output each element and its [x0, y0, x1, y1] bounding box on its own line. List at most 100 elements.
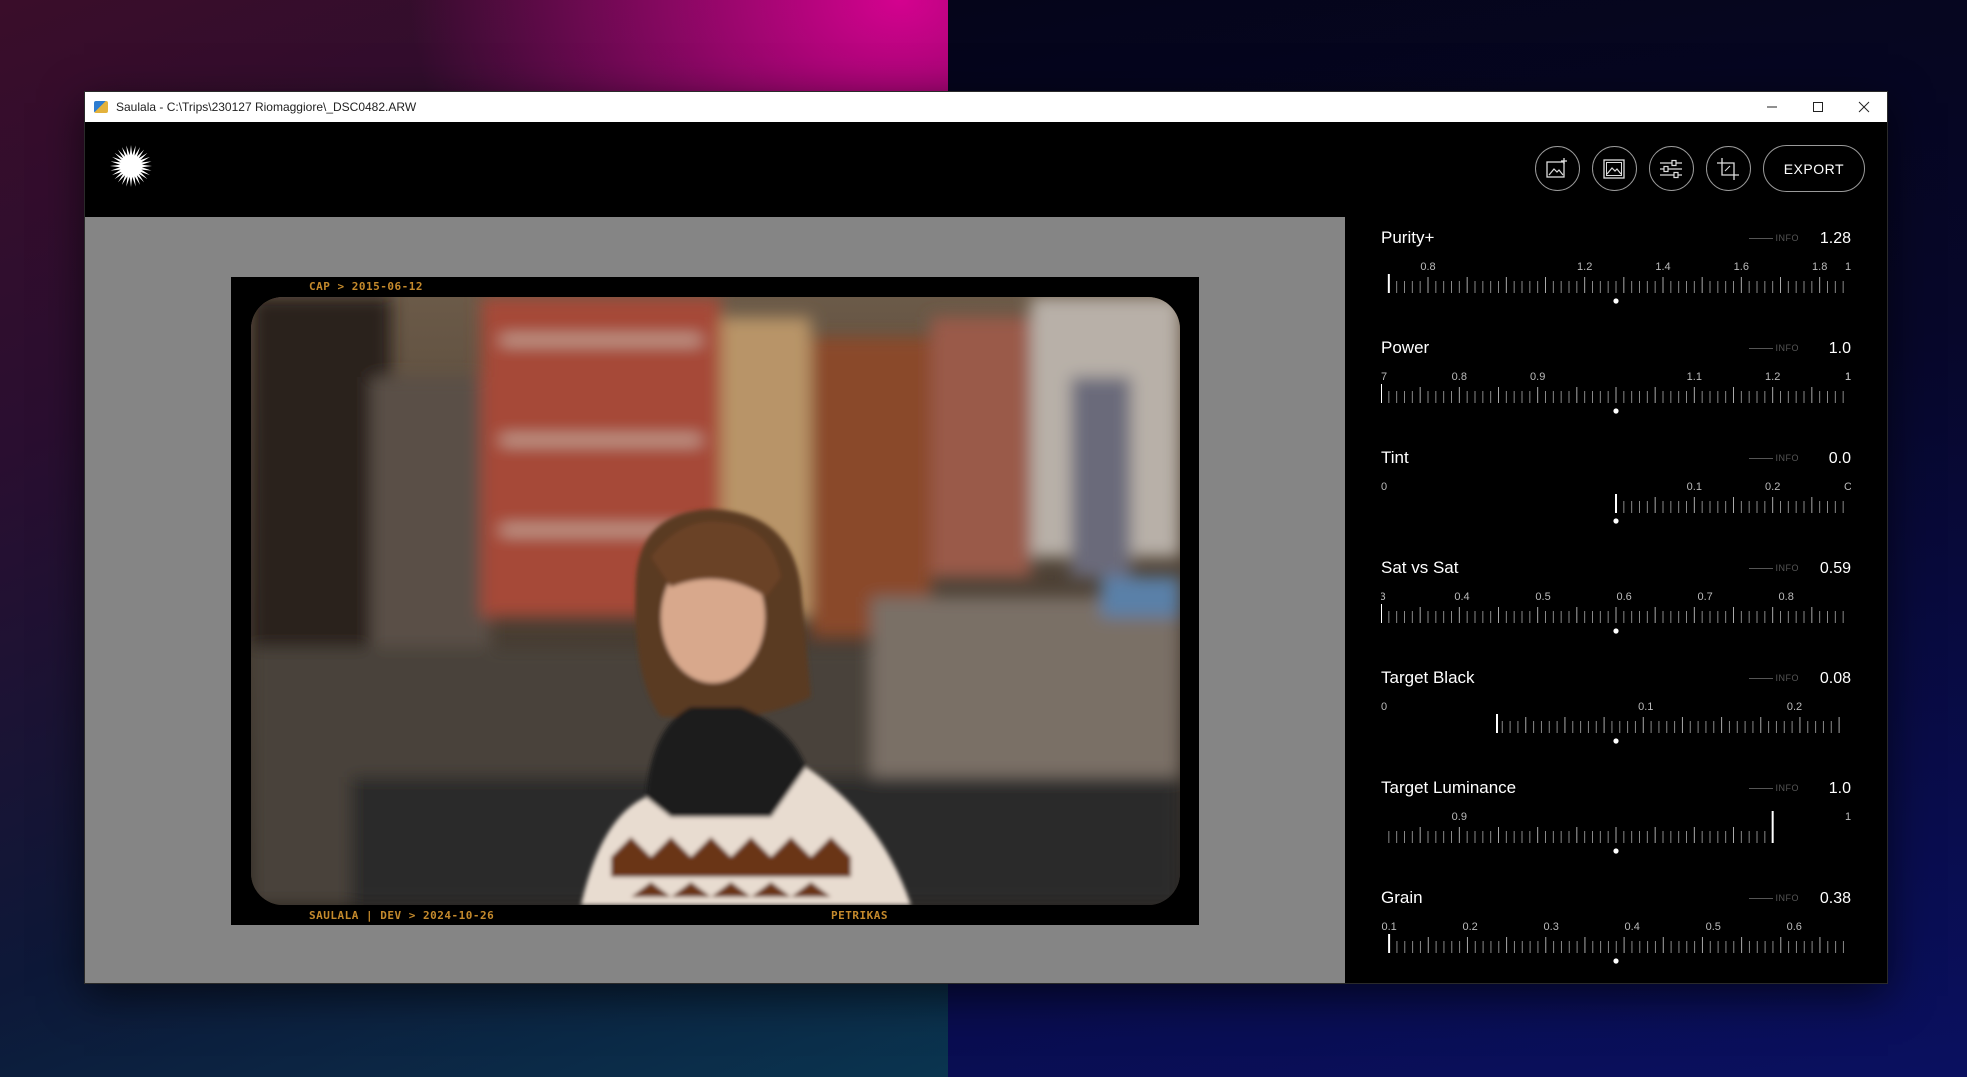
info-link[interactable]: INFO — [1748, 233, 1800, 243]
ruler-label: 0.8 — [1452, 371, 1467, 383]
window-title: Saulala - C:\Trips\230127 Riomaggiore\_D… — [116, 100, 417, 114]
film-author: PETRIKAS — [831, 909, 888, 922]
ruler-label: 0.1 — [1381, 921, 1396, 933]
info-link[interactable]: INFO — [1748, 783, 1800, 793]
ruler-label: 1 — [1845, 261, 1851, 273]
info-label: INFO — [1775, 893, 1799, 903]
info-label: INFO — [1775, 343, 1799, 353]
slider-indicator[interactable] — [1613, 958, 1619, 964]
image-add-icon — [1546, 157, 1568, 178]
ruler-label: 7 — [1381, 371, 1387, 383]
slider-ruler[interactable]: 0.9 1 — [1381, 806, 1851, 866]
slider-label: Tint — [1381, 448, 1409, 467]
info-link[interactable]: INFO — [1748, 343, 1800, 353]
slider-target-black[interactable]: Target Black INFO 0.08 0 0.1 0.2 — [1381, 668, 1851, 778]
maximize-icon — [1813, 102, 1823, 112]
ruler-label: 0.1 — [1638, 701, 1653, 713]
ruler-label: 0 — [1381, 481, 1387, 493]
slider-value: 1.0 — [1828, 340, 1851, 357]
film-capture-date: CAP > 2015-06-12 — [309, 280, 423, 293]
arrow-right-icon — [1748, 678, 1773, 680]
minimize-icon — [1767, 106, 1777, 108]
slider-value: 0.08 — [1819, 670, 1851, 687]
title-bar: Saulala - C:\Trips\230127 Riomaggiore\_D… — [85, 92, 1887, 122]
slider-ruler[interactable]: 0 0.1 0.2 — [1381, 696, 1851, 756]
slider-grain[interactable]: Grain INFO 0.38 0.1 0.2 0.3 0.4 0.5 0.6 — [1381, 888, 1851, 998]
ruler-label: 0.4 — [1625, 921, 1640, 933]
slider-value: 1.0 — [1828, 780, 1851, 797]
slider-indicator[interactable] — [1613, 518, 1619, 524]
info-link[interactable]: INFO — [1748, 563, 1800, 573]
slider-indicator[interactable] — [1613, 848, 1619, 854]
ruler-label: 0.5 — [1535, 591, 1550, 603]
slider-label: Power — [1381, 338, 1430, 357]
info-link[interactable]: INFO — [1748, 673, 1800, 683]
arrow-right-icon — [1748, 458, 1773, 460]
slider-ruler[interactable]: 0.8 1 1.2 1.4 1.6 1.8 — [1381, 256, 1851, 316]
adjustments-button[interactable] — [1648, 146, 1694, 191]
app-window: Saulala - C:\Trips\230127 Riomaggiore\_D… — [84, 91, 1888, 984]
add-image-button[interactable] — [1534, 146, 1580, 191]
ruler-label: 0.1 — [1687, 481, 1702, 493]
slider-ruler[interactable]: 0.1 0.2 0.3 0.4 0.5 0.6 — [1381, 916, 1851, 976]
ruler-label: 0.6 — [1787, 921, 1802, 933]
ruler-label: 1.1 — [1687, 371, 1702, 383]
slider-indicator[interactable] — [1613, 408, 1619, 414]
adjustments-panel: Purity+ INFO 1.28 0.8 1 1.2 1.4 1.6 1.8 Power INFO… — [1346, 217, 1887, 983]
info-label: INFO — [1775, 783, 1799, 793]
slider-power[interactable]: Power INFO 1.0 7 0.8 0.9 1 1.1 1.2 1 — [1381, 338, 1851, 448]
minimize-button[interactable] — [1749, 92, 1795, 122]
ruler-label: 1 — [1845, 811, 1851, 823]
info-link[interactable]: INFO — [1748, 893, 1800, 903]
slider-indicator[interactable] — [1613, 738, 1619, 744]
arrow-right-icon — [1748, 788, 1773, 790]
close-button[interactable] — [1841, 92, 1887, 122]
ruler-label: 0.3 — [1544, 921, 1559, 933]
slider-tint[interactable]: Tint INFO 0.0 0 0.1 0.2 C — [1381, 448, 1851, 558]
photo-preview — [251, 297, 1180, 905]
ruler-label: 1.2 — [1765, 371, 1780, 383]
info-link[interactable]: INFO — [1748, 453, 1800, 463]
crop-icon — [1717, 157, 1740, 180]
slider-indicator[interactable] — [1613, 628, 1619, 634]
slider-label: Purity+ — [1381, 228, 1435, 247]
slider-ruler[interactable]: 7 0.8 0.9 11.1 1.2 1 — [1381, 366, 1851, 426]
slider-label: Target Black — [1381, 668, 1475, 687]
image-canvas[interactable]: CAP > 2015-06-12 SAULALA | DEV > 2024-10… — [85, 217, 1345, 983]
ruler-label: 0.9 — [1530, 371, 1545, 383]
film-frame: CAP > 2015-06-12 SAULALA | DEV > 2024-10… — [231, 277, 1199, 925]
slider-value: 1.28 — [1819, 230, 1851, 247]
slider-value: 0.59 — [1819, 560, 1851, 577]
ruler-label: 0.4 — [1454, 591, 1469, 603]
arrow-right-icon — [1748, 898, 1773, 900]
film-dev-date: SAULALA | DEV > 2024-10-26 — [309, 909, 495, 922]
sliders-icon — [1660, 159, 1683, 178]
ruler-label: 0.8 — [1779, 591, 1794, 603]
arrow-right-icon — [1748, 348, 1773, 350]
crop-button[interactable] — [1705, 146, 1751, 191]
toolbar: EXPORT — [1534, 145, 1865, 192]
ruler-label: 0.5 — [1706, 921, 1721, 933]
ruler-label: 1.8 — [1812, 261, 1827, 273]
slider-purity[interactable]: Purity+ INFO 1.28 0.8 1 1.2 1.4 1.6 1.8 — [1381, 228, 1851, 338]
slider-value: 0.38 — [1819, 890, 1851, 907]
slider-ruler[interactable]: 0 0.1 0.2 C — [1381, 476, 1851, 536]
export-button[interactable]: EXPORT — [1762, 145, 1865, 192]
slider-sat-vs-sat[interactable]: Sat vs Sat INFO 0.59 .3 0.4 0.5 0.6 0.7 0.8 — [1381, 558, 1851, 668]
view-image-button[interactable] — [1591, 146, 1637, 191]
ruler-label: 0.7 — [1697, 591, 1712, 603]
ruler-label: .3 — [1381, 591, 1386, 603]
arrow-right-icon — [1748, 568, 1773, 570]
maximize-button[interactable] — [1795, 92, 1841, 122]
ruler-label: 0.2 — [1765, 481, 1780, 493]
photo-image — [251, 297, 1180, 905]
ruler-label: 0.2 — [1787, 701, 1802, 713]
ruler-label: 0.6 — [1616, 591, 1631, 603]
image-icon — [1603, 158, 1625, 179]
slider-ruler[interactable]: .3 0.4 0.5 0.6 0.7 0.8 — [1381, 586, 1851, 646]
sun-logo-icon — [110, 145, 152, 187]
slider-indicator[interactable] — [1613, 298, 1619, 304]
slider-target-luminance[interactable]: Target Luminance INFO 1.0 0.9 1 — [1381, 778, 1851, 888]
ruler-label: 0.9 — [1452, 811, 1467, 823]
app-icon — [94, 101, 108, 113]
